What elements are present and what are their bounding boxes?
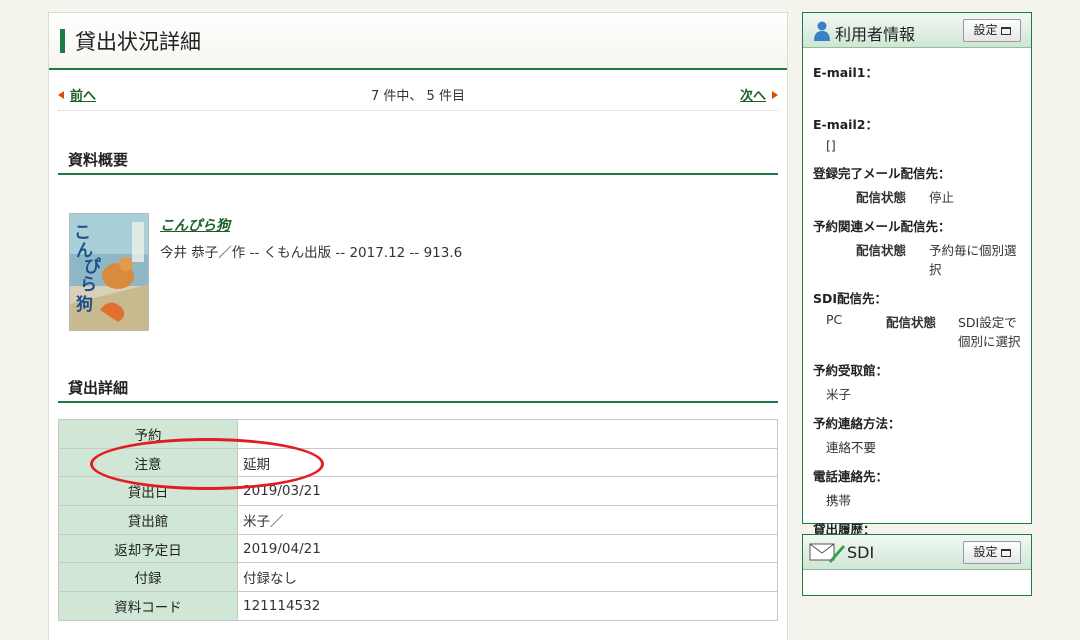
user-info-title: 利用者情報 (835, 25, 916, 44)
sdi-target: PC (826, 312, 843, 327)
sdi-title: SDI (847, 543, 875, 562)
table-row: 資料コード 121114532 (58, 591, 778, 621)
sdi-status-label: 配信状態 (886, 315, 937, 330)
contact-method-row: 予約連絡方法： 連絡不要 (813, 413, 1021, 456)
arrow-right-icon (772, 91, 778, 99)
phone-value: 携帯 (826, 493, 852, 508)
sdi-header: SDI 設定 (803, 535, 1031, 570)
user-info-panel: 利用者情報 設定 E-mail1： E-mail2： [] 登録完了メール配信先… (802, 12, 1032, 561)
next-link[interactable]: 次へ (740, 85, 778, 104)
sdi-status: PC 配信状態 SDI設定で個別に選択 (813, 312, 1021, 350)
user-settings-button[interactable]: 設定 (963, 19, 1021, 42)
resv-mail-status: 配信状態 予約毎に個別選択 (813, 240, 1021, 278)
email1-row: E-mail1： (813, 62, 1021, 104)
section-detail-title: 貸出詳細 (68, 379, 129, 397)
book-cover-art: こ ん ぴ ら 狗 (70, 214, 148, 330)
email2-value: [] (826, 138, 836, 153)
book-info: こんぴら狗 今井 恭子／作 -- くもん出版 -- 2017.12 -- 913… (160, 215, 462, 261)
row-value: 米子／ (237, 505, 778, 535)
reg-mail-status-label: 配信状態 (856, 190, 907, 205)
pickup-value: 米子 (826, 387, 852, 402)
table-row: 返却予定日 2019/04/21 (58, 533, 778, 564)
phone-label: 電話連絡先： (813, 469, 889, 484)
annotation-ellipse (90, 438, 324, 490)
reg-mail-status: 配信状態 停止 (813, 187, 1021, 206)
mail-pencil-icon (809, 543, 845, 563)
row-value (237, 419, 778, 449)
book-meta: 今井 恭子／作 -- くもん出版 -- 2017.12 -- 913.6 (160, 245, 463, 261)
window-icon (1000, 549, 1011, 557)
sdi-panel: SDI 設定 (802, 534, 1032, 596)
sdi-settings-button[interactable]: 設定 (963, 541, 1021, 564)
window-icon (1000, 27, 1011, 35)
reg-mail-row: 登録完了メール配信先： 配信状態 停止 (813, 163, 1021, 206)
phone-row: 電話連絡先： 携帯 (813, 466, 1021, 509)
contact-method-label: 予約連絡方法： (813, 416, 901, 431)
user-info-body: E-mail1： E-mail2： [] 登録完了メール配信先： 配信状態 停止… (803, 48, 1031, 562)
row-key: 付録 (58, 562, 238, 593)
row-value: 付録なし (237, 562, 778, 593)
settings-label: 設定 (973, 23, 998, 37)
pickup-label: 予約受取館： (813, 363, 889, 378)
page-header: 貸出状況詳細 (49, 13, 787, 70)
main-panel: 貸出状況詳細 前へ 7 件中、 5 件目 次へ 資料概要 こ ん ぴ ら 狗 こ… (48, 12, 788, 640)
sdi-label: SDI配信先： (813, 291, 888, 306)
svg-text:ぴ: ぴ (84, 257, 101, 277)
table-row: 貸出館 米子／ (58, 505, 778, 535)
settings-label: 設定 (973, 545, 998, 559)
section-summary-title: 資料概要 (68, 151, 129, 169)
row-value: 2019/04/21 (237, 533, 778, 564)
row-value: 2019/03/21 (237, 476, 778, 507)
pickup-row: 予約受取館： 米子 (813, 360, 1021, 403)
row-key: 資料コード (58, 591, 238, 621)
book-cover-image[interactable]: こ ん ぴ ら 狗 (69, 213, 149, 331)
svg-text:こ: こ (74, 223, 91, 243)
sdi-status-value: SDI設定で個別に選択 (958, 315, 1021, 349)
contact-method-value: 連絡不要 (826, 440, 877, 455)
resv-mail-label: 予約関連メール配信先： (813, 219, 951, 234)
record-count: 7 件中、 5 件目 (371, 89, 465, 104)
email1-value (813, 86, 1021, 104)
resv-mail-row: 予約関連メール配信先： 配信状態 予約毎に個別選択 (813, 216, 1021, 278)
table-row: 付録 付録なし (58, 562, 778, 593)
reg-mail-label: 登録完了メール配信先： (813, 166, 951, 181)
row-key: 貸出館 (58, 505, 238, 535)
email1-label: E-mail1： (813, 65, 878, 80)
user-info-header: 利用者情報 設定 (803, 13, 1031, 48)
book-title-link[interactable]: こんぴら狗 (160, 215, 462, 235)
title-accent-bar (60, 29, 65, 53)
next-label: 次へ (739, 89, 766, 104)
email2-row: E-mail2： [] (813, 114, 1021, 153)
svg-text:狗: 狗 (76, 294, 93, 315)
sdi-row: SDI配信先： PC 配信状態 SDI設定で個別に選択 (813, 288, 1021, 350)
row-key: 返却予定日 (58, 533, 238, 564)
section-detail-heading: 貸出詳細 (58, 373, 778, 403)
pager: 前へ 7 件中、 5 件目 次へ (58, 83, 778, 111)
email2-label: E-mail2： (813, 117, 878, 132)
reg-mail-status-value: 停止 (929, 190, 955, 205)
page-title: 貸出状況詳細 (75, 30, 201, 54)
row-value: 121114532 (237, 591, 778, 621)
svg-text:ら: ら (80, 275, 97, 295)
resv-mail-status-value: 予約毎に個別選択 (929, 243, 1017, 277)
user-icon (814, 21, 830, 41)
section-summary-heading: 資料概要 (58, 145, 778, 175)
resv-mail-status-label: 配信状態 (856, 243, 907, 258)
